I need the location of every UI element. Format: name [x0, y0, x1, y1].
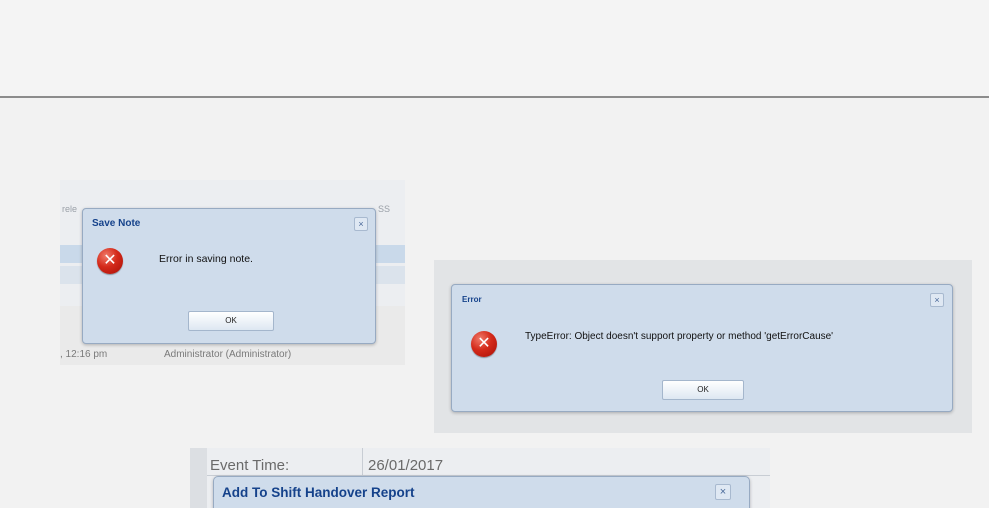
event-time-value: 26/01/2017 — [368, 457, 444, 474]
ok-button[interactable]: OK — [662, 380, 744, 400]
blank-header-area — [0, 0, 989, 96]
dialog-title: Save Note — [92, 218, 141, 229]
background-text-left: rele — [62, 204, 78, 214]
error-dialog: Error × ✕ TypeError: Object doesn't supp… — [451, 284, 953, 412]
error-x-icon: ✕ — [97, 248, 123, 274]
error-x-icon: ✕ — [471, 331, 497, 357]
close-icon[interactable]: × — [715, 484, 731, 500]
shift-handover-screenshot: Event Time: 26/01/2017 Add To Shift Hand… — [190, 448, 770, 508]
dialog-title: Error — [462, 295, 482, 304]
dialog-message: Error in saving note. — [159, 253, 253, 265]
background-text-right: SS — [378, 204, 391, 214]
close-icon[interactable]: × — [354, 217, 368, 231]
event-time-label: Event Time: — [210, 457, 290, 474]
horizontal-divider — [0, 96, 989, 98]
note-author: Administrator (Administrator) — [164, 349, 292, 360]
note-time: , 12:16 pm — [60, 349, 108, 360]
type-error-screenshot: Error × ✕ TypeError: Object doesn't supp… — [434, 260, 972, 433]
close-icon[interactable]: × — [930, 293, 944, 307]
add-to-shift-handover-dialog: Add To Shift Handover Report × — [213, 476, 750, 508]
left-gutter — [190, 448, 207, 508]
ok-button[interactable]: OK — [188, 311, 274, 331]
dialog-message: TypeError: Object doesn't support proper… — [525, 331, 834, 342]
column-separator — [362, 448, 363, 475]
save-note-screenshot: rele SS , 12:16 pm Administrator (Admini… — [60, 180, 405, 365]
dialog-title: Add To Shift Handover Report — [222, 485, 415, 500]
save-note-dialog: Save Note × ✕ Error in saving note. OK — [82, 208, 376, 344]
